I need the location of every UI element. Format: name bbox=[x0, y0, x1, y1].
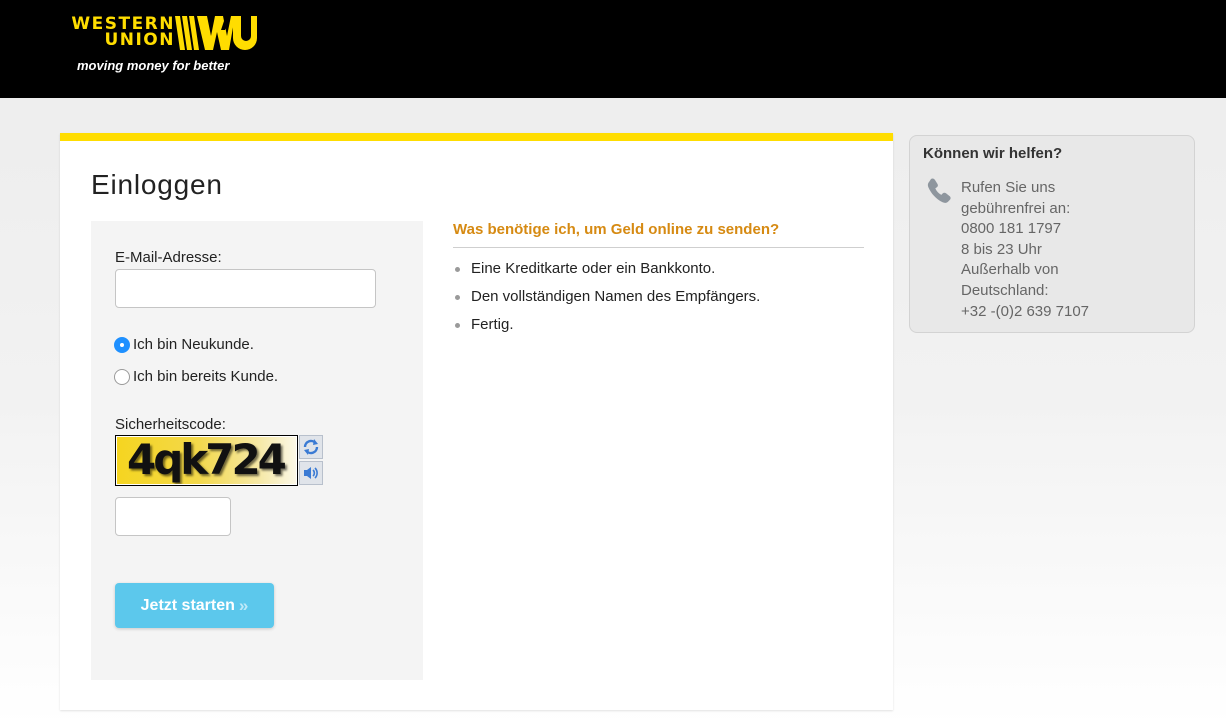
radio-new-customer-button[interactable] bbox=[114, 336, 130, 353]
start-button[interactable]: Jetzt starten » bbox=[115, 583, 274, 628]
requirements-list: Eine Kreditkarte oder ein Bankkonto. Den… bbox=[453, 259, 864, 343]
email-input[interactable] bbox=[115, 269, 376, 308]
radio-new-customer-label: Ich bin Neukunde. bbox=[133, 336, 254, 353]
page-title: Einloggen bbox=[91, 169, 223, 200]
help-line: Rufen Sie uns bbox=[961, 179, 1056, 196]
help-intl-phone-number: +32 -(0)2 639 7107 bbox=[961, 302, 1090, 320]
captcha-text: 4qk724 bbox=[127, 437, 287, 484]
phone-icon bbox=[927, 178, 951, 203]
captcha-background: 4qk724 bbox=[117, 437, 296, 484]
help-phone-number: 0800 181 1797 bbox=[961, 220, 1062, 238]
requirements-heading: Was benötige ich, um Geld online zu send… bbox=[453, 221, 864, 248]
help-line: gebührenfrei an: bbox=[961, 199, 1071, 217]
captcha-image: 4qk724 bbox=[115, 435, 298, 486]
wu-logo-icon bbox=[175, 16, 257, 50]
captcha-audio-button[interactable] bbox=[299, 461, 323, 485]
captcha-refresh-button[interactable] bbox=[299, 435, 323, 459]
security-code-label: Sicherheitscode: bbox=[115, 416, 226, 433]
help-line: Außerhalb von bbox=[961, 261, 1059, 279]
help-box: Können wir helfen? Rufen Sie uns gebühre… bbox=[909, 135, 1195, 333]
start-button-label: Jetzt starten bbox=[140, 596, 235, 614]
logo-wordmark: WESTERN UNION bbox=[71, 14, 175, 50]
help-contact-text: Rufen Sie uns gebührenfrei an: 0800 181 … bbox=[961, 178, 1089, 322]
help-line: Deutschland: bbox=[961, 281, 1049, 299]
radio-existing-customer[interactable]: Ich bin bereits Kunde. bbox=[114, 368, 278, 385]
western-union-logo[interactable]: WESTERN UNION moving money for better bbox=[57, 16, 267, 76]
list-item: Fertig. bbox=[453, 315, 864, 343]
double-chevron-right-icon: » bbox=[238, 595, 249, 615]
requirements-info: Was benötige ich, um Geld online zu send… bbox=[453, 221, 864, 343]
site-header: WESTERN UNION moving money for better bbox=[0, 0, 1226, 98]
list-item: Den vollständigen Namen des Empfängers. bbox=[453, 287, 864, 315]
logo-tagline: moving money for better bbox=[77, 58, 230, 73]
login-card: Einloggen E-Mail-Adresse: Ich bin Neukun… bbox=[60, 133, 893, 710]
radio-existing-customer-button[interactable] bbox=[114, 368, 130, 385]
help-title: Können wir helfen? bbox=[923, 145, 1063, 162]
radio-existing-customer-label: Ich bin bereits Kunde. bbox=[133, 368, 279, 385]
radio-new-customer[interactable]: Ich bin Neukunde. bbox=[114, 336, 254, 353]
login-form: E-Mail-Adresse: Ich bin Neukunde. Ich bi… bbox=[91, 221, 423, 680]
refresh-icon bbox=[303, 439, 319, 455]
list-item: Eine Kreditkarte oder ein Bankkonto. bbox=[453, 259, 864, 287]
speaker-icon bbox=[304, 467, 318, 479]
help-line: 8 bis 23 Uhr bbox=[961, 240, 1042, 258]
security-code-input[interactable] bbox=[115, 497, 231, 536]
email-label: E-Mail-Adresse: bbox=[115, 249, 222, 266]
